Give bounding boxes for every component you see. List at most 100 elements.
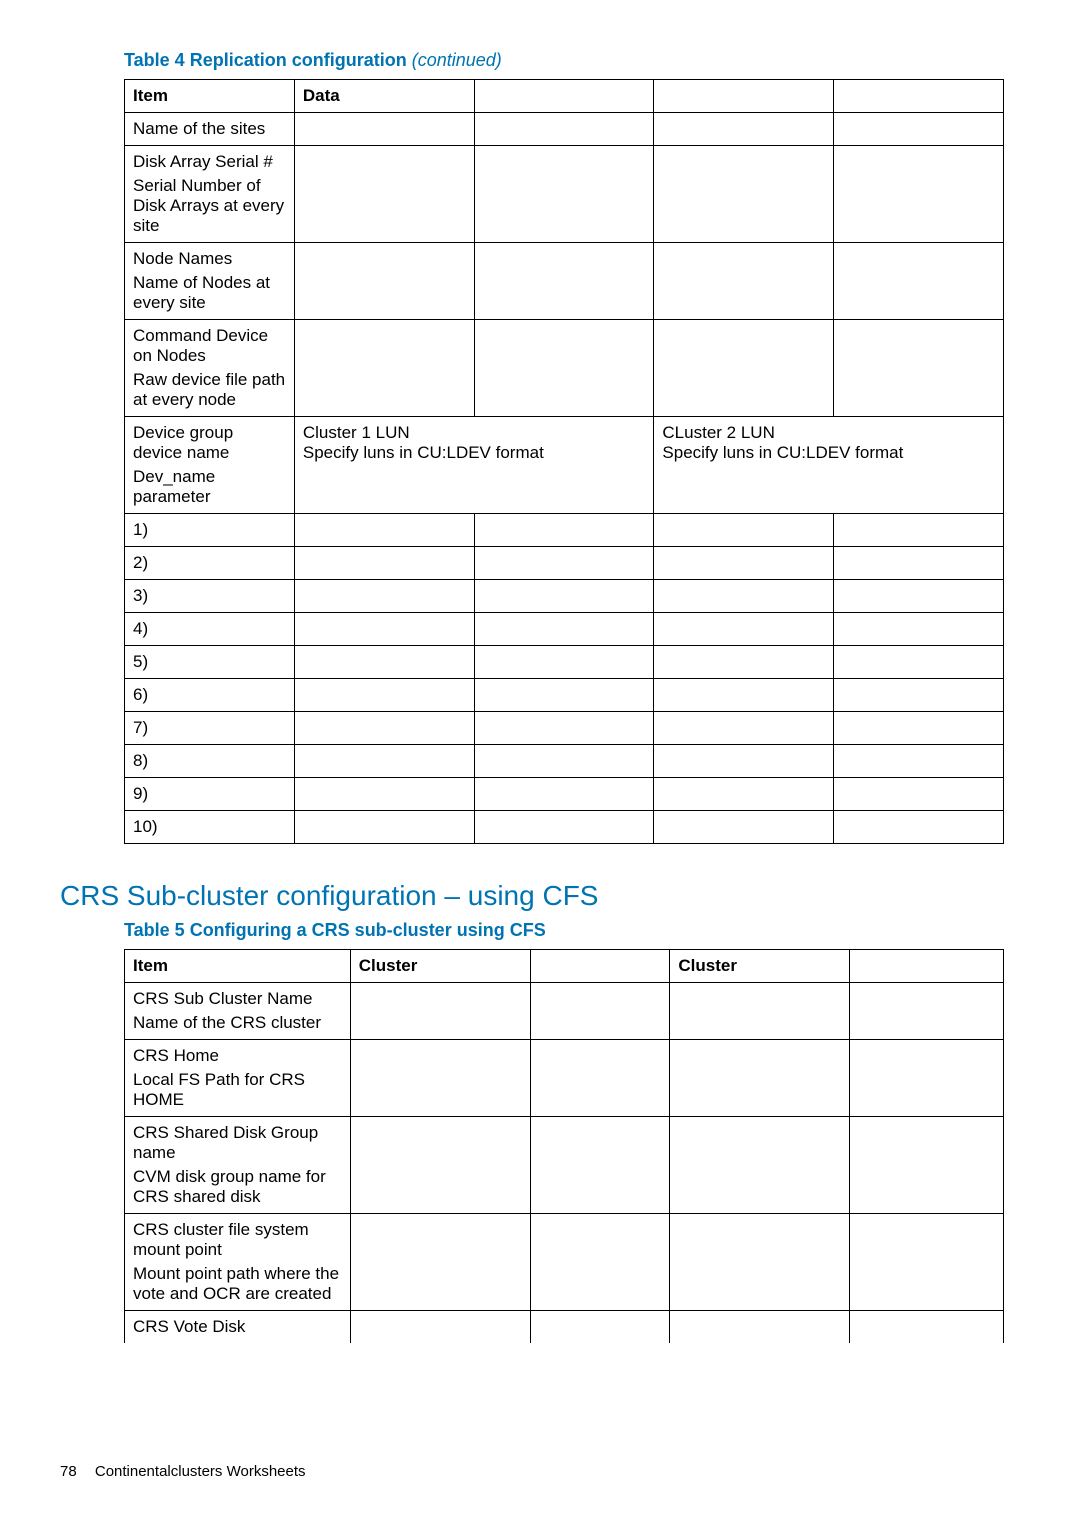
table-row: CRS Sub Cluster Name Name of the CRS clu… bbox=[125, 983, 1004, 1040]
table-row: 5) bbox=[125, 646, 1004, 679]
data-cell bbox=[654, 243, 834, 320]
data-cell bbox=[294, 547, 474, 580]
item-cell: 4) bbox=[125, 613, 295, 646]
data-cell bbox=[834, 547, 1004, 580]
data-cell bbox=[474, 811, 654, 844]
data-cell bbox=[294, 243, 474, 320]
data-cell bbox=[294, 646, 474, 679]
item-subtitle: CVM disk group name for CRS shared disk bbox=[133, 1167, 342, 1207]
data-cell bbox=[294, 146, 474, 243]
data-cell bbox=[850, 1311, 1004, 1344]
item-cell: 8) bbox=[125, 745, 295, 778]
item-title: CRS cluster file system mount point bbox=[133, 1220, 342, 1260]
item-cell: CRS Shared Disk Group name CVM disk grou… bbox=[125, 1117, 351, 1214]
item-cell: CRS cluster file system mount point Moun… bbox=[125, 1214, 351, 1311]
data-cell bbox=[654, 778, 834, 811]
data-cell bbox=[350, 983, 530, 1040]
table-row: CRS Home Local FS Path for CRS HOME bbox=[125, 1040, 1004, 1117]
data-cell bbox=[474, 243, 654, 320]
data-cell bbox=[294, 514, 474, 547]
cluster1-lun-cell: Cluster 1 LUN Specify luns in CU:LDEV fo… bbox=[294, 417, 654, 514]
section-heading: CRS Sub-cluster configuration – using CF… bbox=[60, 880, 1020, 912]
data-cell bbox=[474, 113, 654, 146]
table-row: 8) bbox=[125, 745, 1004, 778]
item-cell: 1) bbox=[125, 514, 295, 547]
data-cell bbox=[350, 1214, 530, 1311]
data-cell bbox=[294, 712, 474, 745]
data-cell bbox=[350, 1117, 530, 1214]
item-cell: 2) bbox=[125, 547, 295, 580]
data-cell bbox=[834, 745, 1004, 778]
item-cell: 10) bbox=[125, 811, 295, 844]
item-cell: 6) bbox=[125, 679, 295, 712]
item-title: Device group device name bbox=[133, 423, 286, 463]
data-cell bbox=[834, 514, 1004, 547]
item-subtitle: Serial Number of Disk Arrays at every si… bbox=[133, 176, 286, 236]
data-cell bbox=[670, 1311, 850, 1344]
data-cell bbox=[834, 646, 1004, 679]
footer-section-title: Continentalclusters Worksheets bbox=[95, 1463, 306, 1480]
table-row: CRS Vote Disk bbox=[125, 1311, 1004, 1344]
data-cell bbox=[654, 712, 834, 745]
item-cell: CRS Vote Disk bbox=[125, 1311, 351, 1344]
cluster2-lun-sub: Specify luns in CU:LDEV format bbox=[662, 443, 995, 463]
data-cell bbox=[294, 580, 474, 613]
table5-caption: Table 5 Configuring a CRS sub-cluster us… bbox=[124, 920, 1020, 941]
data-cell bbox=[834, 320, 1004, 417]
table-row: Item Data bbox=[125, 80, 1004, 113]
data-cell bbox=[670, 1117, 850, 1214]
item-subtitle: Name of Nodes at every site bbox=[133, 273, 286, 313]
page-footer: 78 Continentalclusters Worksheets bbox=[60, 1463, 1020, 1480]
data-cell bbox=[850, 1040, 1004, 1117]
data-cell bbox=[670, 1214, 850, 1311]
page-number: 78 bbox=[60, 1463, 77, 1480]
data-cell bbox=[294, 320, 474, 417]
col-empty-header bbox=[474, 80, 654, 113]
col-item-header: Item bbox=[125, 80, 295, 113]
col-data-header: Data bbox=[294, 80, 474, 113]
table-row: 4) bbox=[125, 613, 1004, 646]
data-cell bbox=[834, 613, 1004, 646]
col-item-header: Item bbox=[125, 950, 351, 983]
data-cell bbox=[294, 679, 474, 712]
col-empty-header bbox=[834, 80, 1004, 113]
cluster1-lun-title: Cluster 1 LUN bbox=[303, 423, 646, 443]
data-cell bbox=[834, 679, 1004, 712]
item-cell: Command Device on Nodes Raw device file … bbox=[125, 320, 295, 417]
table-row: 2) bbox=[125, 547, 1004, 580]
table4-caption: Table 4 Replication configuration (conti… bbox=[124, 50, 1020, 71]
data-cell bbox=[670, 983, 850, 1040]
item-cell: Disk Array Serial # Serial Number of Dis… bbox=[125, 146, 295, 243]
item-cell: Device group device name Dev_name parame… bbox=[125, 417, 295, 514]
data-cell bbox=[530, 983, 670, 1040]
table-row: 3) bbox=[125, 580, 1004, 613]
cluster2-lun-title: CLuster 2 LUN bbox=[662, 423, 995, 443]
item-subtitle: Local FS Path for CRS HOME bbox=[133, 1070, 342, 1110]
item-cell: 3) bbox=[125, 580, 295, 613]
data-cell bbox=[654, 646, 834, 679]
data-cell bbox=[530, 1214, 670, 1311]
data-cell bbox=[834, 811, 1004, 844]
data-cell bbox=[474, 146, 654, 243]
table-row: 6) bbox=[125, 679, 1004, 712]
table-row: 10) bbox=[125, 811, 1004, 844]
data-cell bbox=[350, 1040, 530, 1117]
cluster1-lun-sub: Specify luns in CU:LDEV format bbox=[303, 443, 646, 463]
item-cell: Node Names Name of Nodes at every site bbox=[125, 243, 295, 320]
data-cell bbox=[654, 745, 834, 778]
data-cell bbox=[654, 613, 834, 646]
data-cell bbox=[834, 778, 1004, 811]
table4-caption-continued: (continued) bbox=[412, 50, 502, 70]
item-title: CRS Home bbox=[133, 1046, 342, 1066]
data-cell bbox=[294, 778, 474, 811]
data-cell bbox=[474, 547, 654, 580]
data-cell bbox=[474, 745, 654, 778]
data-cell bbox=[294, 113, 474, 146]
data-cell bbox=[654, 320, 834, 417]
data-cell bbox=[474, 514, 654, 547]
table-row: Name of the sites bbox=[125, 113, 1004, 146]
item-subtitle: Mount point path where the vote and OCR … bbox=[133, 1264, 342, 1304]
data-cell bbox=[294, 811, 474, 844]
item-cell: CRS Sub Cluster Name Name of the CRS clu… bbox=[125, 983, 351, 1040]
item-title: CRS Shared Disk Group name bbox=[133, 1123, 342, 1163]
